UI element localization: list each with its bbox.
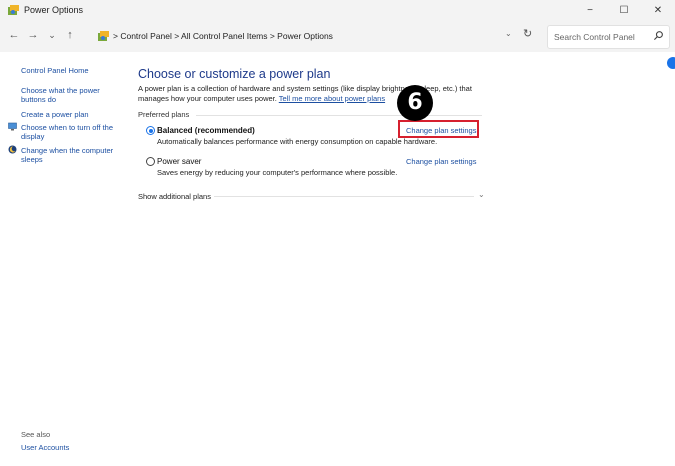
sidebar-item-create-plan[interactable]: Create a power plan [21, 110, 89, 119]
change-plan-settings-power-saver-link[interactable]: Change plan settings [406, 157, 476, 166]
breadcrumb-path[interactable]: > Control Panel > All Control Panel Item… [113, 31, 333, 41]
control-panel-home-link[interactable]: Control Panel Home [21, 66, 89, 75]
plan-desc-power-saver: Saves energy by reducing your computer's… [157, 168, 398, 177]
sidebar-item-sleep[interactable]: Change when the computer sleeps [21, 146, 121, 164]
page-description: A power plan is a collection of hardware… [138, 84, 498, 103]
window-title: Power Options [24, 5, 84, 15]
see-also-label: See also [21, 430, 51, 439]
user-accounts-link[interactable]: User Accounts [21, 443, 69, 452]
recent-locations-button[interactable]: ⌄ [45, 30, 59, 41]
address-dropdown-icon[interactable]: ⌄ [505, 29, 512, 38]
search-input[interactable]: Search Control Panel [554, 32, 635, 42]
search-icon[interactable] [653, 30, 664, 41]
close-button[interactable]: ✕ [641, 0, 675, 22]
help-icon[interactable] [667, 57, 675, 69]
up-button[interactable]: ↑ [63, 29, 77, 41]
power-options-icon [8, 5, 19, 15]
sidebar-item-power-buttons[interactable]: Choose what the power buttons do [21, 86, 121, 104]
tell-me-more-link[interactable]: Tell me more about power plans [279, 94, 385, 103]
show-additional-plans[interactable]: Show additional plans [138, 192, 211, 201]
step-number-badge: 6 [397, 85, 433, 121]
sleep-icon [8, 145, 17, 154]
forward-button[interactable]: → [26, 29, 40, 41]
search-box[interactable]: Search Control Panel [547, 25, 670, 49]
title-bar: Power Options − ☐ ✕ [0, 0, 675, 22]
minimize-button[interactable]: − [573, 0, 607, 22]
chevron-down-icon[interactable]: ⌄ [478, 190, 485, 199]
plan-name-power-saver[interactable]: Power saver [157, 157, 201, 166]
plan-name-balanced[interactable]: Balanced (recommended) [157, 126, 255, 135]
highlight-box [398, 120, 479, 138]
back-button[interactable]: ← [7, 29, 21, 41]
plan-desc-balanced: Automatically balances performance with … [157, 137, 438, 146]
section-divider [196, 115, 482, 116]
preferred-plans-label: Preferred plans [138, 110, 190, 119]
control-panel-icon [98, 31, 109, 41]
breadcrumb[interactable]: > Control Panel > All Control Panel Item… [97, 26, 517, 47]
page-title: Choose or customize a power plan [138, 67, 331, 81]
balanced-radio[interactable] [146, 126, 155, 135]
power-saver-radio[interactable] [146, 157, 155, 166]
refresh-icon[interactable]: ↻ [523, 27, 532, 40]
maximize-button[interactable]: ☐ [607, 0, 641, 22]
display-icon [8, 122, 17, 131]
sidebar-item-turn-off-display[interactable]: Choose when to turn off the display [21, 123, 121, 141]
additional-plans-divider [214, 196, 474, 197]
